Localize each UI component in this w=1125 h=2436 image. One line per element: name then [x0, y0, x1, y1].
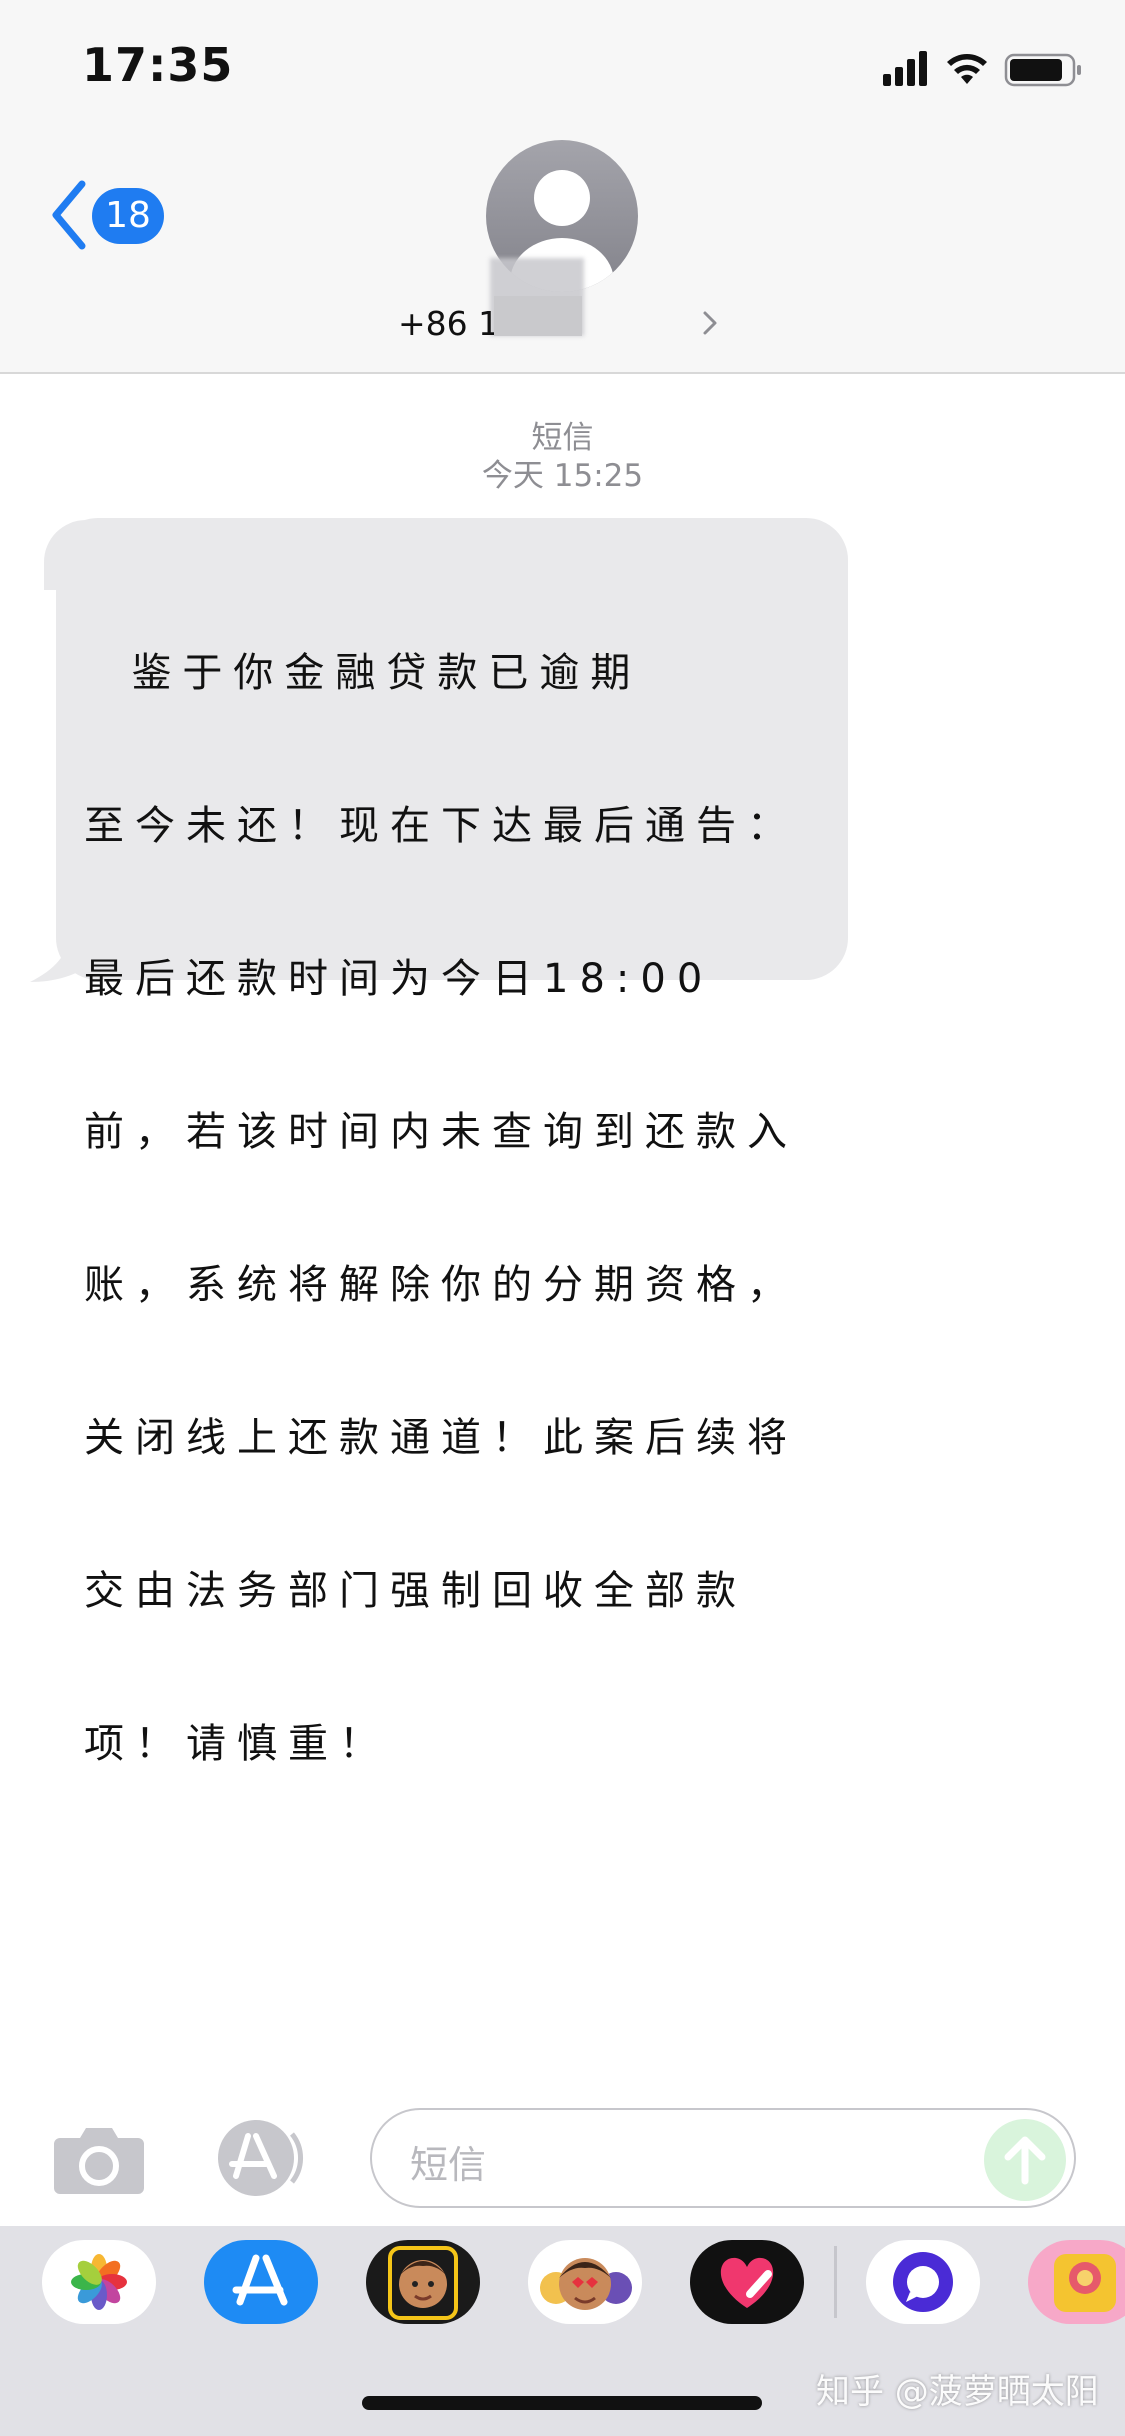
app-store-icon[interactable] [204, 2240, 318, 2324]
cellular-signal-icon [883, 51, 927, 86]
battery-icon [1004, 53, 1081, 87]
chevron-right-icon[interactable] [702, 310, 718, 336]
message-input[interactable]: 短信 [370, 2108, 1076, 2208]
camera-icon[interactable] [52, 2122, 146, 2196]
drawer-divider [834, 2246, 837, 2318]
home-indicator[interactable] [362, 2396, 762, 2410]
photos-icon[interactable] [42, 2240, 156, 2324]
redaction-block [494, 296, 582, 336]
message-line: 交由法务部门强制回收全部款 [84, 1568, 747, 1614]
message-line: 鉴于你金融贷款已逾期 [84, 650, 642, 696]
message-line: 前，若该时间内未查询到还款入 [84, 1109, 798, 1155]
search-bubble-icon[interactable] [866, 2240, 980, 2324]
status-icons [883, 51, 1081, 87]
send-button[interactable] [984, 2119, 1066, 2201]
heart-digital-touch-icon[interactable] [690, 2240, 804, 2324]
message-timestamp: 今天 15:25 [481, 458, 644, 494]
back-button[interactable]: 18 [48, 178, 178, 252]
memoji-icon[interactable] [366, 2240, 480, 2324]
watermark: 知乎 @菠萝晒太阳 [816, 2372, 1099, 2412]
app-store-icon[interactable] [210, 2118, 318, 2198]
message-text: 鉴于你金融贷款已逾期 至今未还！现在下达最后通告： 最后还款时间为今日18:00… [84, 546, 824, 1872]
message-line: 至今未还！现在下达最后通告： [84, 803, 798, 849]
arrow-up-icon [1004, 2136, 1046, 2185]
messages-screen: 17:35 18 +86 13 短信 今天 15:25 鉴于你金融贷款已逾期 至… [0, 0, 1125, 2436]
unread-count-badge: 18 [92, 188, 164, 244]
conversation-header: 17:35 18 +86 13 [0, 0, 1125, 374]
chevron-left-icon [52, 180, 86, 250]
message-line: 最后还款时间为今日18:00 [84, 956, 714, 1002]
meet-you-icon[interactable] [1028, 2240, 1125, 2324]
message-line: 关闭线上还款通道！此案后续将 [84, 1415, 798, 1461]
message-input-placeholder: 短信 [410, 2143, 487, 2187]
message-line: 项！请慎重！ [84, 1721, 390, 1767]
animoji-icon[interactable] [528, 2240, 642, 2324]
status-time: 17:35 [82, 38, 234, 92]
message-line: 账，系统将解除你的分期资格， [84, 1262, 798, 1308]
wifi-icon [947, 54, 987, 84]
